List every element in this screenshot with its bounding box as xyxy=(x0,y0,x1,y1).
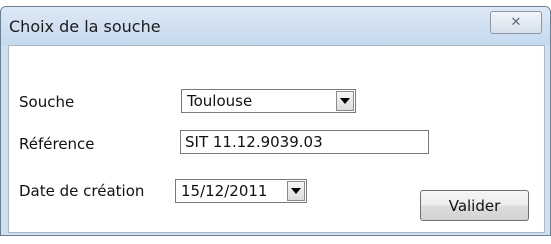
validate-button[interactable]: Valider xyxy=(420,190,529,221)
window-title: Choix de la souche xyxy=(9,17,161,36)
souche-select[interactable]: Toulouse xyxy=(181,89,356,113)
reference-label: Référence xyxy=(19,135,95,153)
date-picker[interactable]: 15/12/2011 xyxy=(175,179,307,203)
date-dropdown-button[interactable] xyxy=(287,181,305,201)
souche-dropdown-button[interactable] xyxy=(336,91,354,111)
souche-label: Souche xyxy=(19,93,75,111)
close-icon: ✕ xyxy=(510,15,522,30)
chevron-down-icon xyxy=(291,188,301,194)
title-bar: Choix de la souche ✕ xyxy=(1,7,550,45)
reference-input[interactable] xyxy=(180,130,429,154)
dialog-window: Choix de la souche ✕ Souche Toulouse Réf… xyxy=(0,6,551,236)
dialog-body: Souche Toulouse Référence Date de créati… xyxy=(8,45,545,233)
close-button[interactable]: ✕ xyxy=(490,11,542,34)
date-label: Date de création xyxy=(19,182,145,200)
souche-select-value: Toulouse xyxy=(187,92,253,110)
date-picker-value: 15/12/2011 xyxy=(181,182,268,200)
chevron-down-icon xyxy=(340,98,350,104)
